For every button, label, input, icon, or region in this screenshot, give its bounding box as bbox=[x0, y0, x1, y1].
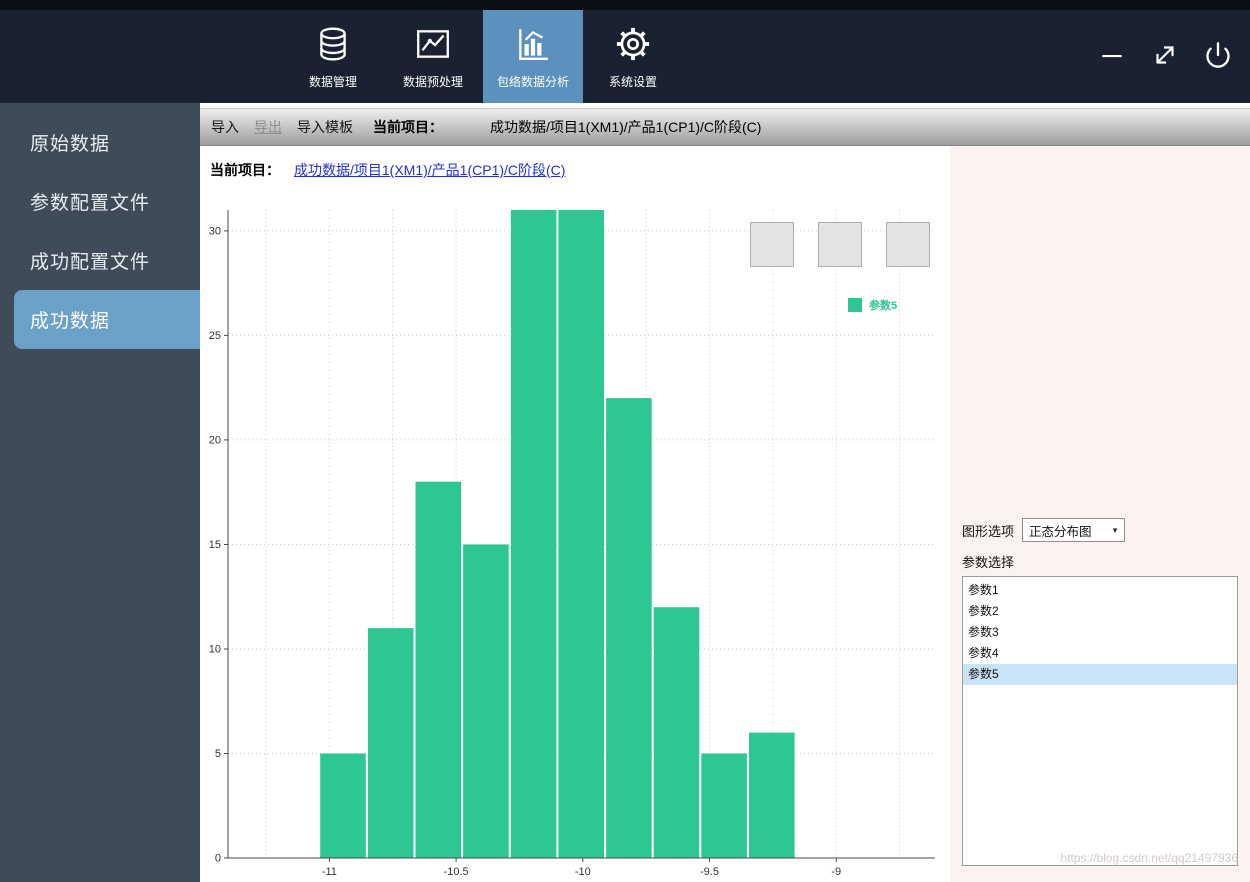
graph-type-dropdown[interactable]: 正态分布图 ▼ bbox=[1022, 518, 1126, 542]
toolbar: 导入 导出 导入模板 当前项目： 成功数据/项目1(XM1)/产品1(CP1)/… bbox=[200, 108, 1250, 146]
current-project-link[interactable]: 成功数据/项目1(XM1)/产品1(CP1)/C阶段(C) bbox=[294, 160, 565, 180]
chart-toolbar bbox=[750, 222, 930, 267]
param-label: 参数3 bbox=[968, 625, 999, 639]
graph-options-row: 图形选项 正态分布图 ▼ bbox=[962, 518, 1126, 542]
sidebar-item-label: 成功配置文件 bbox=[30, 252, 151, 273]
param-list-item-5[interactable]: 参数5 bbox=[963, 664, 1237, 685]
top-nav: 数据管理 数据预处理 包络数据分析 系统设置 bbox=[283, 10, 683, 103]
param-label: 参数5 bbox=[968, 667, 999, 681]
power-button[interactable] bbox=[1202, 41, 1234, 73]
options-panel: 图形选项 正态分布图 ▼ 参数选择 参数1 参数2 参数3 参数4 参数5 bbox=[950, 146, 1250, 882]
export-button: 导出 bbox=[251, 115, 285, 139]
topnav-item-label: 包络数据分析 bbox=[496, 75, 569, 89]
svg-text:15: 15 bbox=[209, 539, 221, 551]
param-label: 参数2 bbox=[968, 604, 999, 618]
topnav-item-2[interactable]: 数据预处理 bbox=[383, 10, 483, 103]
svg-text:20: 20 bbox=[209, 434, 221, 446]
topbar: 数据管理 数据预处理 包络数据分析 系统设置 bbox=[0, 0, 1250, 103]
topnav-item-label: 系统设置 bbox=[608, 75, 657, 89]
line-chart-icon bbox=[414, 23, 452, 65]
svg-text:30: 30 bbox=[209, 225, 221, 237]
maximize-button[interactable] bbox=[1149, 41, 1181, 73]
chart-tool-button-3[interactable] bbox=[886, 222, 930, 267]
topnav-item-4[interactable]: 系统设置 bbox=[583, 10, 683, 103]
sidebar-item-label: 参数配置文件 bbox=[30, 193, 151, 214]
chart-tool-button-2[interactable] bbox=[818, 222, 862, 267]
legend-label: 参数5 bbox=[869, 300, 898, 312]
param-list-item-2[interactable]: 参数2 bbox=[963, 601, 1237, 622]
bar-chart-icon bbox=[514, 23, 552, 65]
chart-tool-button-1[interactable] bbox=[750, 222, 794, 267]
project-row-label: 当前项目： bbox=[210, 162, 280, 178]
titlebar-strip bbox=[0, 0, 1250, 10]
topnav-item-label: 数据预处理 bbox=[402, 75, 463, 89]
sidebar: 原始数据参数配置文件 成功配置文件 成功数据 bbox=[0, 103, 200, 882]
topnav-item-1[interactable]: 数据管理 bbox=[283, 10, 383, 103]
power-icon bbox=[1204, 41, 1232, 74]
svg-text:-11: -11 bbox=[322, 866, 337, 878]
sidebar-item-3[interactable]: 成功配置文件 bbox=[0, 231, 200, 290]
param-list-item-4[interactable]: 参数4 bbox=[963, 643, 1237, 664]
graph-option-label: 图形选项 bbox=[962, 523, 1015, 539]
sidebar-item-1[interactable]: 原始数据 bbox=[0, 113, 200, 172]
param-listbox: 参数1 参数2 参数3 参数4 参数5 bbox=[962, 576, 1238, 866]
param-label: 参数4 bbox=[968, 646, 999, 660]
current-project-label: 当前项目： bbox=[373, 119, 443, 135]
legend-swatch bbox=[848, 298, 862, 312]
gear-icon bbox=[613, 23, 653, 65]
param-list-item-3[interactable]: 参数3 bbox=[963, 622, 1237, 643]
sidebar-item-label: 成功数据 bbox=[30, 311, 111, 332]
histogram-chart: 0 5 10 15 20 25 30 -11 -10.5 -10 -9.5 -9 bbox=[209, 210, 935, 878]
app-window: 数据管理 数据预处理 包络数据分析 系统设置 原始数据 参数配置文件 成功配置文件 成功数据… bbox=[0, 0, 1250, 882]
project-row: 当前项目： 成功数据/项目1(XM1)/产品1(CP1)/C阶段(C) bbox=[200, 146, 950, 194]
chart-area: 0 5 10 15 20 25 30 -11 -10.5 -10 -9.5 -9 参数5 bbox=[200, 194, 950, 882]
svg-text:5: 5 bbox=[215, 748, 221, 760]
sidebar-item-4[interactable]: 成功数据 bbox=[14, 290, 200, 349]
minimize-icon bbox=[1097, 40, 1127, 75]
window-controls bbox=[1096, 41, 1234, 73]
param-label: 参数1 bbox=[968, 583, 999, 597]
svg-text:-9.5: -9.5 bbox=[700, 866, 719, 878]
import-template-button[interactable]: 导入模板 bbox=[294, 115, 356, 139]
param-list-item-1[interactable]: 参数1 bbox=[963, 580, 1237, 601]
current-project-value: 成功数据/项目1(XM1)/产品1(CP1)/C阶段(C) bbox=[490, 119, 762, 135]
svg-text:-10: -10 bbox=[575, 866, 591, 878]
minimize-button[interactable] bbox=[1096, 41, 1128, 73]
svg-text:25: 25 bbox=[209, 330, 221, 342]
watermark: https://blog.csdn.net/qq21497936 bbox=[1060, 851, 1238, 865]
import-button[interactable]: 导入 bbox=[208, 115, 242, 139]
topnav-item-3[interactable]: 包络数据分析 bbox=[483, 10, 583, 103]
svg-text:0: 0 bbox=[215, 853, 221, 865]
svg-text:-9: -9 bbox=[831, 866, 841, 878]
graph-type-value: 正态分布图 bbox=[1029, 524, 1092, 539]
topnav-item-label: 数据管理 bbox=[308, 75, 357, 89]
maximize-icon bbox=[1150, 40, 1180, 75]
svg-text:-10.5: -10.5 bbox=[444, 866, 469, 878]
chevron-down-icon: ▼ bbox=[1111, 525, 1120, 535]
sidebar-item-2[interactable]: 参数配置文件 bbox=[0, 172, 200, 231]
sidebar-item-label: 原始数据 bbox=[30, 134, 111, 155]
param-select-label: 参数选择 bbox=[962, 555, 1015, 570]
svg-text:10: 10 bbox=[209, 644, 221, 656]
database-icon bbox=[314, 23, 352, 65]
legend: 参数5 bbox=[848, 297, 897, 313]
